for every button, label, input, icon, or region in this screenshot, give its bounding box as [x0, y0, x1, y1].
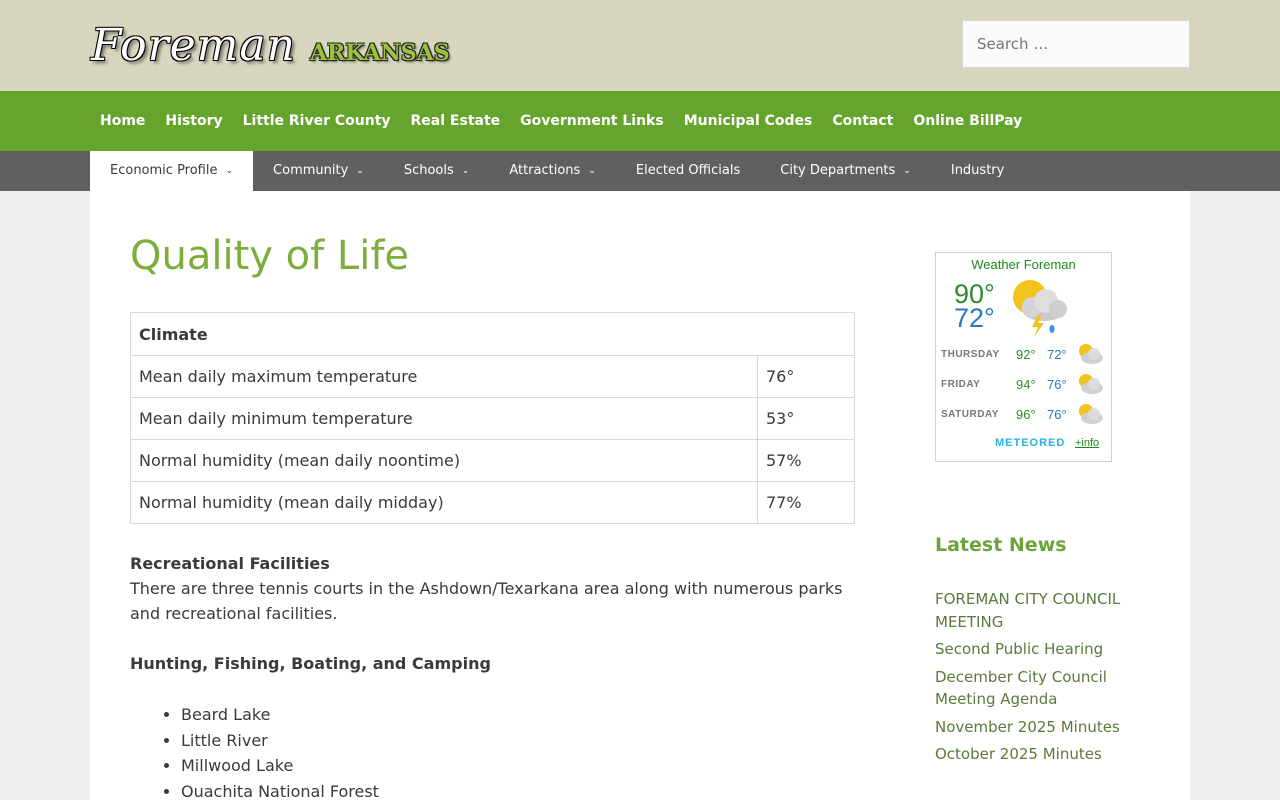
page-title: Quality of Life [130, 233, 410, 279]
subnav-label: Attractions [509, 163, 581, 178]
chevron-down-icon: ⌄ [903, 166, 911, 176]
nav-online-billpay[interactable]: Online BillPay [903, 91, 1032, 151]
subnav-label: Schools [403, 163, 454, 178]
forecast-day: THURSDAY [941, 349, 1000, 360]
forecast-low: 72° [1047, 347, 1067, 362]
recreation-text: There are three tennis courts in the Ash… [130, 579, 843, 623]
subnav-community[interactable]: Community ⌄ [253, 151, 384, 191]
list-item: Ouachita National Forest [181, 779, 855, 800]
subnav-label: City Departments [780, 163, 896, 178]
chevron-down-icon: ⌄ [225, 166, 234, 176]
forecast-day: SATURDAY [941, 409, 999, 420]
table-row: Normal humidity (mean daily midday) 77% [130, 481, 855, 524]
weather-info-link[interactable]: +info [1075, 437, 1099, 449]
forecast-high: 94° [1016, 377, 1036, 392]
partly-cloudy-icon [1079, 404, 1103, 424]
nav-home[interactable]: Home [90, 91, 155, 151]
subnav-schools[interactable]: Schools ⌄ [384, 151, 489, 191]
subnav-label: Industry [950, 163, 1005, 178]
news-link[interactable]: October 2025 Minutes [935, 743, 1135, 766]
search-input[interactable] [962, 20, 1190, 68]
subnav-industry[interactable]: Industry [931, 151, 1024, 191]
table-header-row: Climate [130, 312, 855, 356]
climate-table: Climate Mean daily maximum temperature 7… [130, 312, 855, 524]
site-logo[interactable]: Foreman ARKANSAS [91, 16, 450, 72]
outdoors-heading: Hunting, Fishing, Boating, and Camping [130, 654, 491, 673]
news-link[interactable]: November 2025 Minutes [935, 716, 1135, 739]
news-link[interactable]: December City Council Meeting Agenda [935, 666, 1135, 711]
list-item: Millwood Lake [181, 753, 855, 779]
table-row: Mean daily maximum temperature 76° [130, 355, 855, 398]
nav-government-links[interactable]: Government Links [510, 91, 674, 151]
latest-news-title: Latest News [935, 534, 1067, 556]
main-content: Quality of Life Climate Mean daily maxim… [130, 191, 855, 800]
table-cell-label: Mean daily minimum temperature [130, 397, 758, 440]
chevron-down-icon: ⌄ [461, 166, 470, 176]
logo-state-text: ARKANSAS [309, 40, 450, 66]
recreation-heading: Recreational Facilities [130, 554, 330, 573]
table-heading: Climate [130, 312, 855, 356]
sidebar: Weather Foreman 90° 72° THURSDAY 92° 72° [935, 191, 1135, 771]
forecast-low: 76° [1047, 407, 1067, 422]
subnav-label: Community [273, 163, 349, 178]
chevron-down-icon: ⌄ [588, 166, 596, 176]
forecast-high: 96° [1016, 407, 1036, 422]
subnav-attractions[interactable]: Attractions ⌄ [489, 151, 616, 191]
site-header: Foreman ARKANSAS [0, 0, 1280, 91]
forecast-low: 76° [1047, 377, 1067, 392]
primary-nav: Home History Little River County Real Es… [0, 91, 1280, 151]
storm-cloud-icon [1013, 280, 1067, 337]
nav-municipal-codes[interactable]: Municipal Codes [674, 91, 823, 151]
forecast-day: FRIDAY [941, 379, 981, 390]
meteored-logo[interactable]: METEORED [995, 437, 1065, 449]
weather-today-low: 72° [954, 303, 995, 333]
partly-cloudy-icon [1079, 374, 1103, 394]
nav-history[interactable]: History [155, 91, 232, 151]
table-cell-value: 57% [757, 439, 855, 482]
nav-contact[interactable]: Contact [822, 91, 903, 151]
subnav-economic-profile[interactable]: Economic Profile ⌄ [90, 151, 254, 191]
chevron-down-icon: ⌄ [356, 166, 364, 176]
subnav-city-departments[interactable]: City Departments ⌄ [760, 151, 931, 191]
secondary-nav: Economic Profile ⌄ Community ⌄ Schools ⌄… [0, 151, 1280, 191]
table-row: Mean daily minimum temperature 53° [130, 397, 855, 440]
list-item: Little River [181, 728, 855, 754]
weather-widget[interactable]: Weather Foreman 90° 72° THURSDAY 92° 72° [935, 252, 1112, 462]
table-cell-value: 76° [757, 355, 855, 398]
table-cell-label: Normal humidity (mean daily noontime) [130, 439, 758, 482]
weather-title[interactable]: Weather Foreman [936, 257, 1111, 272]
subnav-label: Elected Officials [635, 163, 741, 178]
outdoors-list: Beard Lake Little River Millwood Lake Ou… [130, 702, 855, 800]
table-cell-value: 77% [757, 481, 855, 524]
table-cell-label: Normal humidity (mean daily midday) [130, 481, 758, 524]
forecast-row: THURSDAY 92° 72° [941, 344, 1106, 365]
subnav-label: Economic Profile [110, 163, 218, 178]
page-container: Quality of Life Climate Mean daily maxim… [90, 191, 1190, 800]
table-row: Normal humidity (mean daily noontime) 57… [130, 439, 855, 482]
table-cell-label: Mean daily maximum temperature [130, 355, 758, 398]
subnav-elected-officials[interactable]: Elected Officials [616, 151, 760, 191]
news-link[interactable]: Second Public Hearing [935, 638, 1135, 661]
news-link[interactable]: FOREMAN CITY COUNCIL MEETING [935, 588, 1135, 633]
forecast-row: SATURDAY 96° 76° [941, 404, 1106, 425]
nav-little-river-county[interactable]: Little River County [233, 91, 401, 151]
partly-cloudy-icon [1079, 344, 1103, 364]
table-cell-value: 53° [757, 397, 855, 440]
list-item: Beard Lake [181, 702, 855, 728]
forecast-row: FRIDAY 94° 76° [941, 374, 1106, 395]
news-list: FOREMAN CITY COUNCIL MEETING Second Publ… [935, 588, 1135, 766]
nav-real-estate[interactable]: Real Estate [401, 91, 511, 151]
logo-script-text: Foreman [91, 20, 296, 71]
forecast-high: 92° [1016, 347, 1036, 362]
